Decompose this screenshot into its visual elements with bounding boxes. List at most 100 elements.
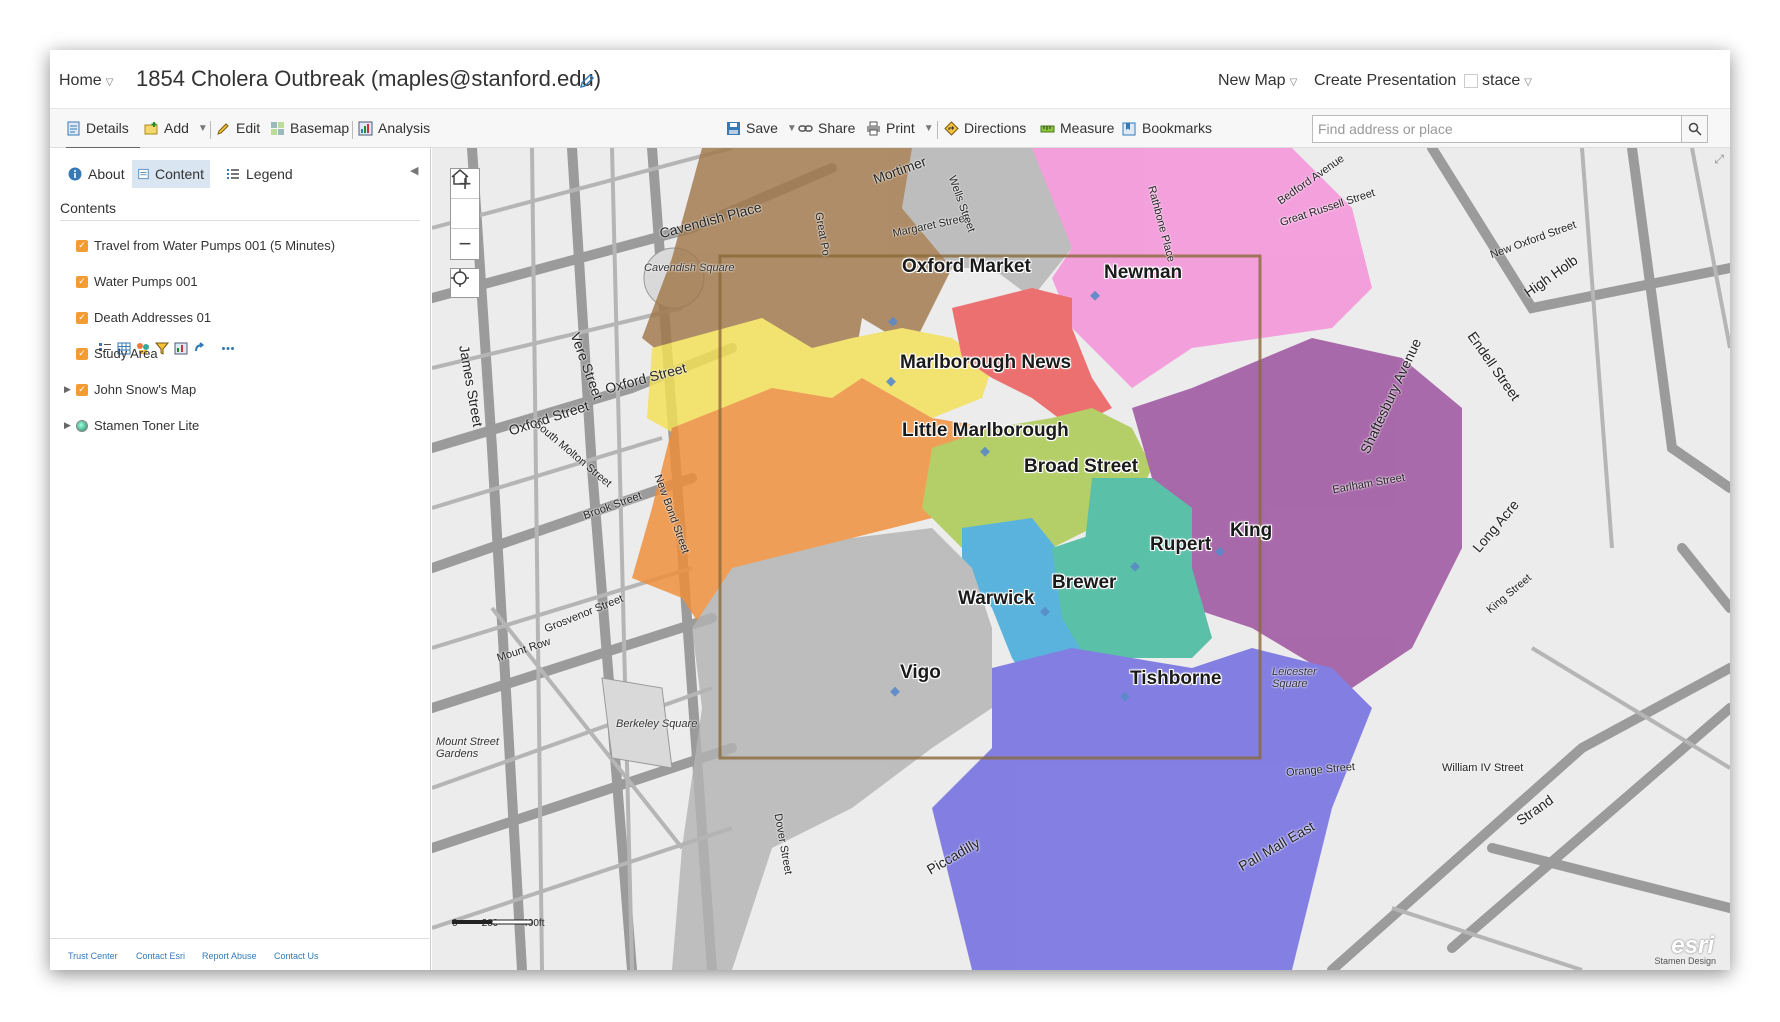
footer-link[interactable]: Report Abuse [202,951,257,961]
add-button[interactable]: Add ▼ [144,120,208,136]
analysis-icon [358,121,373,135]
avatar [1464,73,1478,88]
basemap-globe-icon [76,419,88,432]
area-label-warwick: Warwick [958,588,1035,609]
refresh-icon[interactable] [193,342,207,355]
fullscreen-icon[interactable]: ⤢ [1714,152,1724,167]
street-label: Mount Street Gardens [436,736,499,760]
search-input[interactable] [1313,116,1683,142]
crosshair-icon [451,269,469,287]
save-disk-icon [727,121,740,135]
legend-list-icon [227,169,239,179]
add-layer-icon [144,121,158,134]
user-menu[interactable]: stace ▽ [1464,72,1532,90]
expand-arrow-icon[interactable]: ▶ [64,384,71,395]
layer-checkbox[interactable]: ✓ [76,383,88,396]
save-button[interactable]: Save ▼ [726,120,797,136]
layer-label: Death Addresses 01 [94,310,212,325]
analysis-button[interactable]: Analysis [358,120,430,136]
layer-checkbox[interactable]: ✓ [76,239,88,252]
area-label-brewer: Brewer [1052,572,1117,593]
create-presentation-link[interactable]: Create Presentation [1314,72,1456,90]
share-button[interactable]: Share [798,120,855,136]
basemap-label: Basemap [290,120,350,136]
search-box [1312,115,1708,143]
home-label: Home [59,72,102,89]
street-label: Berkeley Square [616,718,698,730]
toolbar-divider [210,121,211,139]
panel-footer: Trust Center Contact Esri Report Abuse C… [50,938,431,970]
layer-checkbox[interactable]: ✓ [76,275,88,288]
area-label-little-marlborough: Little Marlborough [902,420,1069,441]
bookmarks-icon [1122,122,1136,135]
tab-legend[interactable]: Legend [220,160,299,188]
printer-icon [867,121,880,135]
details-icon [67,121,80,135]
scale-bar-graphic [452,919,532,925]
contents-heading: Contents [60,200,117,216]
directions-button[interactable]: Directions [944,120,1026,136]
layer-checkbox[interactable]: ✓ [76,347,88,360]
toolbar: Details Add ▼ Edit Basemap Analysis Save ▼… [50,108,1730,149]
tab-about[interactable]: About [62,160,131,188]
save-label: Save [746,120,778,136]
home-icon [451,169,469,185]
user-name: stace [1482,72,1521,89]
toolbar-divider [352,121,353,139]
home-menu[interactable]: Home ▽ [59,72,113,90]
area-label-newman: Newman [1104,262,1183,283]
tab-about-label: About [88,166,125,182]
measure-button[interactable]: Measure [1040,120,1114,136]
map-view[interactable]: Oxford Market Newman Marlborough News Li… [432,148,1730,970]
street-label: William IV Street [1442,762,1524,774]
edit-title-pencil-icon[interactable] [578,72,596,90]
layer-checkbox[interactable]: ✓ [76,311,88,324]
layer-item[interactable]: ✓ Death Addresses 01 [76,310,211,325]
caret-down-icon: ▼ [923,122,934,134]
details-button[interactable]: Details [66,120,129,136]
search-button[interactable] [1681,116,1707,142]
caret-down-icon: ▼ [786,122,797,134]
new-map-label: New Map [1218,72,1286,89]
chevron-down-icon: ▽ [1289,77,1298,88]
layer-item[interactable]: ▶ Stamen Toner Lite [64,418,199,433]
bookmarks-button[interactable]: Bookmarks [1122,120,1212,136]
tab-content[interactable]: Content [132,160,210,188]
expand-arrow-icon[interactable]: ▶ [64,420,71,431]
search-icon [1688,122,1702,136]
map-canvas [432,148,1730,970]
directions-sign-icon [944,120,959,136]
edit-button[interactable]: Edit [216,120,260,136]
more-options-icon[interactable] [221,342,235,355]
footer-link[interactable]: Contact Esri [136,951,185,961]
street-label: Leicester Square [1272,666,1317,690]
zoom-out-button[interactable]: − [451,229,479,259]
layer-label: Study Area [94,346,158,361]
pencil-icon [217,122,229,135]
add-label: Add [164,120,189,136]
basemap-button[interactable]: Basemap [270,120,349,136]
area-label-oxford-market: Oxford Market [902,256,1031,277]
area-label-rupert: Rupert [1150,534,1212,555]
caret-down-icon: ▼ [197,122,208,134]
layer-item[interactable]: ▶ ✓ John Snow's Map [64,382,196,397]
footer-link[interactable]: Trust Center [68,951,118,961]
layer-item[interactable]: ✓ Travel from Water Pumps 001 (5 Minutes… [76,238,335,253]
print-button[interactable]: Print ▼ [866,120,934,136]
layer-item[interactable]: ✓ Study Area [76,346,158,361]
edit-label: Edit [236,120,261,136]
chevron-down-icon: ▽ [1524,77,1532,88]
footer-link[interactable]: Contact Us [274,951,319,961]
zoom-controls: + − [450,168,480,260]
locate-button[interactable] [450,268,480,298]
new-map-menu[interactable]: New Map ▽ [1218,72,1297,90]
area-label-marlborough-news: Marlborough News [900,352,1072,373]
scale-bar: 0 200 400ft [452,918,545,929]
analysis-icon[interactable] [174,342,188,355]
home-view-button[interactable] [451,169,479,229]
layer-item[interactable]: ✓ Water Pumps 001 [76,274,198,289]
collapse-panel-icon[interactable]: ◀ [410,164,418,177]
app-header: Home ▽ 1854 Cholera Outbreak (maples@stan… [50,50,1730,108]
print-label: Print [886,120,915,136]
